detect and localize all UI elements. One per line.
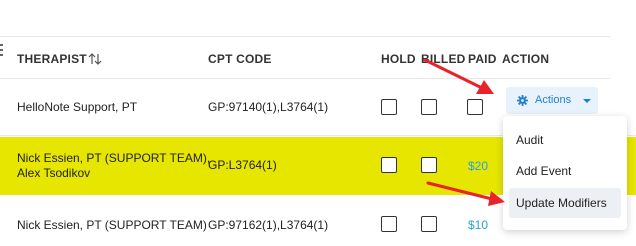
column-header-action: ACTION <box>502 52 550 66</box>
column-header-cpt-code: CPT CODE <box>208 52 272 66</box>
hold-checkbox[interactable] <box>381 157 397 173</box>
therapist-cell: Nick Essien, PT (SUPPORT TEAM), <box>17 151 211 165</box>
billed-checkbox[interactable] <box>421 99 437 115</box>
billed-checkbox[interactable] <box>421 216 437 232</box>
sort-icon[interactable] <box>88 53 102 65</box>
chevron-down-icon <box>583 99 591 103</box>
hold-checkbox[interactable] <box>381 216 397 232</box>
actions-dropdown-menu: Audit Add Event Update Modifiers <box>503 116 627 230</box>
cpt-code-cell: GP:L3764(1) <box>208 158 277 172</box>
actions-dropdown-button[interactable]: Actions <box>506 87 598 114</box>
cpt-code-cell: GP:97140(1),L3764(1) <box>208 100 329 114</box>
actions-button-label: Actions <box>535 94 572 106</box>
therapist-cell-line2: Alex Tsodikov <box>17 166 91 180</box>
menu-item-audit[interactable]: Audit <box>509 125 621 155</box>
therapist-cell: Nick Essien, PT (SUPPORT TEAM) <box>17 218 207 232</box>
hold-checkbox[interactable] <box>381 99 397 115</box>
therapist-cell: HelloNote Support, PT <box>17 100 138 114</box>
column-header-therapist[interactable]: THERAPIST <box>17 52 87 66</box>
column-header-paid: PAID <box>468 52 497 66</box>
column-header-billed: BILLED <box>421 52 466 66</box>
column-header-hold: HOLD <box>381 52 416 66</box>
billing-table: THERAPIST CPT CODE HOLD BILLED PAID ACTI… <box>0 0 636 246</box>
paid-amount[interactable]: $10 <box>468 218 488 232</box>
table-header: THERAPIST CPT CODE HOLD BILLED PAID ACTI… <box>0 37 610 79</box>
menu-item-add-event[interactable]: Add Event <box>509 156 621 186</box>
paid-amount[interactable]: $20 <box>468 159 488 173</box>
billed-checkbox[interactable] <box>421 157 437 173</box>
menu-item-update-modifiers[interactable]: Update Modifiers <box>509 188 621 218</box>
paid-checkbox[interactable] <box>467 99 483 115</box>
gear-icon <box>517 95 528 106</box>
cpt-code-cell: GP:97162(1),L3764(1) <box>208 218 329 232</box>
